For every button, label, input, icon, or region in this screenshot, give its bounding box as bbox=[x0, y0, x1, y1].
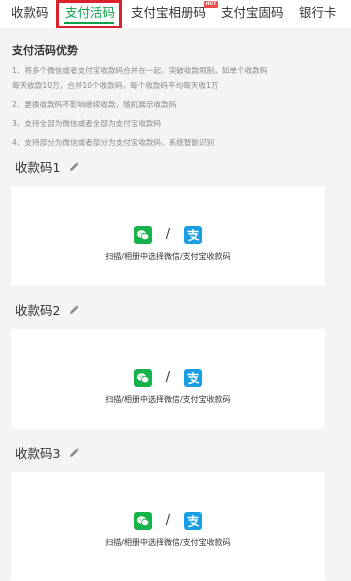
code-1-scan-hint: 扫描/相册中选择微信/支付宝收款码 bbox=[105, 252, 231, 261]
payment-icons: / bbox=[11, 367, 325, 387]
slash-separator: / bbox=[165, 512, 171, 528]
code-2-header: 收款码2 bbox=[15, 300, 80, 319]
tab-collection-code[interactable]: 收款码 bbox=[11, 5, 49, 21]
pencil-icon[interactable] bbox=[69, 446, 80, 461]
advantage-line: 1、将多个微信或者支付宝收款码合并在一起，突破收款限制，如单个收款码 bbox=[12, 66, 268, 75]
slash-separator: / bbox=[165, 369, 171, 385]
code-2-upload-card[interactable]: / 扫描/相册中选择微信/支付宝收款码 bbox=[11, 329, 325, 429]
active-tab-highlight bbox=[56, 0, 122, 28]
advantage-line: 3、支持全部为微信或者全部为支付宝收款码 bbox=[12, 119, 162, 128]
code-3-upload-card[interactable]: / 扫描/相册中选择微信/支付宝收款码 bbox=[11, 472, 325, 581]
slash-separator: / bbox=[165, 226, 171, 242]
alipay-icon bbox=[184, 368, 203, 387]
wechat-icon bbox=[133, 511, 152, 530]
hot-badge: HOT bbox=[204, 1, 218, 8]
page: 收款码 支付活码 支付宝相册码 HOT 支付宝固码 银行卡 支付活码优势 1、将… bbox=[0, 0, 351, 581]
advantage-line: 2、更换收款码不影响继续收款，随机展示收款码 bbox=[12, 100, 177, 109]
tab-alipay-fixed-code[interactable]: 支付宝固码 bbox=[221, 5, 284, 21]
code-1-upload-card[interactable]: / 扫描/相册中选择微信/支付宝收款码 bbox=[11, 186, 325, 286]
tab-bar: 收款码 支付活码 支付宝相册码 HOT 支付宝固码 银行卡 bbox=[0, 0, 351, 28]
tab-alipay-album-code[interactable]: 支付宝相册码 bbox=[131, 5, 206, 21]
advantage-line: 每天收款10万，合并10个收款码，每个收款码平均每天收1万 bbox=[12, 81, 219, 90]
code-1-header: 收款码1 bbox=[15, 157, 80, 176]
pencil-icon[interactable] bbox=[69, 303, 80, 318]
alipay-icon bbox=[184, 511, 203, 530]
alipay-icon bbox=[184, 225, 203, 244]
scrollbar[interactable] bbox=[341, 28, 351, 581]
advantages-title: 支付活码优势 bbox=[12, 44, 78, 57]
payment-icons: / bbox=[11, 510, 325, 530]
code-2-title: 收款码2 bbox=[15, 303, 61, 318]
code-2-scan-hint: 扫描/相册中选择微信/支付宝收款码 bbox=[105, 395, 231, 404]
advantage-line: 4、支持部分为微信或者部分为支付宝收款码，系统智能识别 bbox=[12, 138, 215, 147]
pencil-icon[interactable] bbox=[69, 160, 80, 175]
wechat-icon bbox=[133, 368, 152, 387]
code-3-header: 收款码3 bbox=[15, 443, 80, 462]
tab-bank-card[interactable]: 银行卡 bbox=[299, 5, 337, 21]
code-3-scan-hint: 扫描/相册中选择微信/支付宝收款码 bbox=[105, 538, 231, 547]
code-1-title: 收款码1 bbox=[15, 160, 61, 175]
wechat-icon bbox=[133, 225, 152, 244]
payment-icons: / bbox=[11, 224, 325, 244]
code-3-title: 收款码3 bbox=[15, 446, 61, 461]
